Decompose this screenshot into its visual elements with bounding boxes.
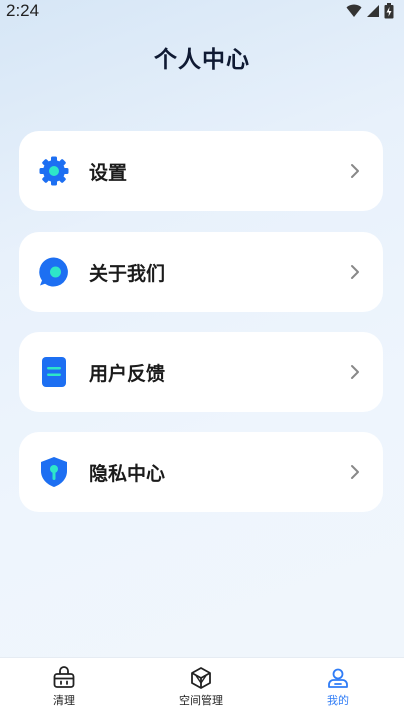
user-icon (328, 668, 348, 688)
bottom-tab-bar: 清理 空间管理 我的 (0, 657, 404, 722)
signal-icon (367, 5, 379, 17)
tab-mine[interactable]: 我的 (293, 666, 383, 708)
feedback-item[interactable]: 用户反馈 (19, 332, 383, 412)
tab-space-management-label: 空间管理 (179, 694, 223, 707)
about-us-label: 关于我们 (89, 263, 166, 285)
chevron-right-icon (351, 164, 359, 178)
chevron-right-icon (351, 265, 359, 279)
chevron-right-icon (351, 365, 359, 379)
document-icon (42, 357, 66, 387)
wifi-icon (346, 4, 362, 17)
privacy-center-label: 隐私中心 (89, 463, 166, 485)
gear-icon (39, 156, 69, 186)
about-us-item[interactable]: 关于我们 (19, 232, 383, 312)
tab-clean[interactable]: 清理 (19, 666, 109, 708)
cube-icon (191, 667, 211, 689)
basket-icon (53, 666, 75, 688)
chevron-right-icon (351, 465, 359, 479)
feedback-label: 用户反馈 (89, 363, 166, 385)
chat-bubble-icon (39, 257, 68, 287)
settings-label: 设置 (89, 162, 128, 184)
status-bar: 2:24 (0, 0, 404, 24)
status-time: 2:24 (6, 1, 40, 20)
status-icons (346, 3, 394, 19)
tab-clean-label: 清理 (53, 694, 75, 707)
settings-item[interactable]: 设置 (19, 131, 383, 211)
tab-mine-label: 我的 (327, 694, 349, 707)
tab-space-management[interactable]: 空间管理 (156, 666, 246, 708)
shield-icon (41, 457, 67, 487)
privacy-center-item[interactable]: 隐私中心 (19, 432, 383, 512)
page-title: 个人中心 (154, 47, 250, 73)
battery-icon (384, 3, 394, 19)
